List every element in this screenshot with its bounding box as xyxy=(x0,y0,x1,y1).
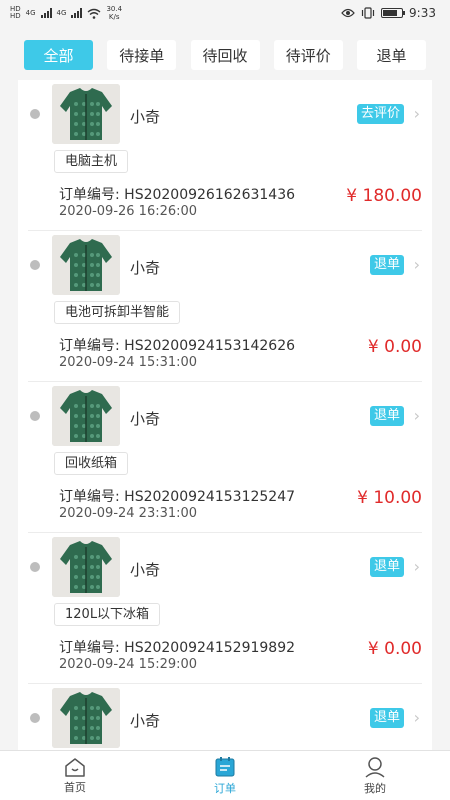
product-thumbnail xyxy=(52,386,120,446)
review-button[interactable]: 去评价 xyxy=(356,104,404,124)
nav-orders[interactable]: 订单 xyxy=(150,751,300,800)
product-thumbnail xyxy=(52,688,120,748)
product-thumbnail xyxy=(52,235,120,295)
order-card[interactable]: 小奇 退单 › xyxy=(28,684,422,750)
tab-pending-recycle[interactable]: 待回收 xyxy=(190,40,260,70)
item-tag: 电池可拆卸半智能 xyxy=(54,301,181,324)
order-price: ¥ 0.00 xyxy=(367,639,422,659)
network-label-1: 4G xyxy=(25,8,36,17)
item-tag: 回收纸箱 xyxy=(54,452,129,475)
refund-button[interactable]: 退单 xyxy=(369,708,404,728)
order-number-value: HS20200924153125247 xyxy=(124,489,296,505)
item-tag: 120L以下冰箱 xyxy=(54,603,161,626)
order-time: 2020-09-26 16:26:00 xyxy=(59,204,198,219)
vibrate-icon xyxy=(361,7,375,19)
order-number-value: HS20200926162631436 xyxy=(124,187,296,203)
order-card[interactable]: 小奇 退单 › 120L以下冰箱 订单编号: HS202009241529198… xyxy=(28,533,422,684)
product-thumbnail xyxy=(52,84,120,144)
order-filter-tabs: 全部 待接单 待回收 待评价 退单 xyxy=(24,40,426,70)
nav-orders-label: 订单 xyxy=(214,781,236,795)
sweater-image xyxy=(52,386,120,446)
nav-profile[interactable]: 我的 xyxy=(300,751,450,800)
nav-home-label: 首页 xyxy=(64,780,86,794)
bottom-nav: 首页 订单 我的 xyxy=(0,750,450,800)
sweater-image xyxy=(52,537,120,597)
order-time: 2020-09-24 23:31:00 xyxy=(59,506,198,521)
shop-name: 小奇 xyxy=(130,561,161,579)
signal-icon-2 xyxy=(71,8,83,18)
home-icon xyxy=(65,757,85,777)
order-price: ¥ 0.00 xyxy=(367,337,422,357)
order-card[interactable]: 小奇 去评价 › 电脑主机 订单编号: HS20200926162631436 … xyxy=(28,80,422,231)
tab-all[interactable]: 全部 xyxy=(24,40,93,70)
order-price: ¥ 10.00 xyxy=(357,488,422,508)
order-number: 订单编号: HS20200924152919892 xyxy=(59,637,295,657)
shop-name: 小奇 xyxy=(130,108,161,126)
shop-name: 小奇 xyxy=(130,410,161,428)
refund-button[interactable]: 退单 xyxy=(369,255,404,275)
order-price: ¥ 180.00 xyxy=(346,186,422,206)
chevron-right-icon[interactable]: › xyxy=(414,406,420,426)
status-left: HD HD 4G 4G 30.4 K/s xyxy=(10,5,122,21)
chevron-right-icon[interactable]: › xyxy=(414,104,420,124)
select-dot[interactable] xyxy=(30,260,40,270)
signal-icon xyxy=(40,8,52,18)
order-card[interactable]: 小奇 退单 › 回收纸箱 订单编号: HS20200924153125247 2… xyxy=(28,382,422,533)
shop-name: 小奇 xyxy=(130,259,161,277)
select-dot[interactable] xyxy=(30,411,40,421)
tab-pending-review[interactable]: 待评价 xyxy=(273,40,343,70)
order-number-label: 订单编号: xyxy=(59,187,120,203)
order-number: 订单编号: HS20200926162631436 xyxy=(59,184,295,204)
tab-pending-accept[interactable]: 待接单 xyxy=(107,40,177,70)
order-list[interactable]: 小奇 去评价 › 电脑主机 订单编号: HS20200926162631436 … xyxy=(18,80,432,750)
shop-name: 小奇 xyxy=(130,712,161,730)
tab-refund[interactable]: 退单 xyxy=(357,40,426,70)
net-speed-value: 30.4 xyxy=(106,5,123,13)
chevron-right-icon[interactable]: › xyxy=(414,557,420,577)
clock: 9:33 xyxy=(409,6,436,20)
status-bar: HD HD 4G 4G 30.4 K/s 9:33 xyxy=(0,0,450,26)
nav-home[interactable]: 首页 xyxy=(0,751,150,800)
product-thumbnail xyxy=(52,537,120,597)
sweater-image xyxy=(52,84,120,144)
refund-button[interactable]: 退单 xyxy=(369,406,404,426)
select-dot[interactable] xyxy=(30,713,40,723)
item-tag: 电脑主机 xyxy=(54,150,129,173)
chevron-right-icon[interactable]: › xyxy=(414,708,420,728)
order-number-label: 订单编号: xyxy=(59,338,120,354)
order-number: 订单编号: HS20200924153125247 xyxy=(59,486,295,506)
net-speed-unit: K/s xyxy=(108,13,120,21)
status-right: 9:33 xyxy=(341,6,436,20)
sweater-image xyxy=(52,235,120,295)
order-time: 2020-09-24 15:29:00 xyxy=(59,657,198,672)
order-number-value: HS20200924153142626 xyxy=(124,338,296,354)
order-number-label: 订单编号: xyxy=(59,489,120,505)
order-number-value: HS20200924152919892 xyxy=(124,640,296,656)
order-card[interactable]: 小奇 退单 › 电池可拆卸半智能 订单编号: HS202009241531426… xyxy=(28,231,422,382)
network-label-2: 4G xyxy=(56,8,67,17)
wifi-icon xyxy=(87,8,101,19)
chevron-right-icon[interactable]: › xyxy=(414,255,420,275)
select-dot[interactable] xyxy=(30,562,40,572)
select-dot[interactable] xyxy=(30,109,40,119)
hd-badge: HD HD xyxy=(10,6,21,20)
order-time: 2020-09-24 15:31:00 xyxy=(59,355,198,370)
nav-profile-label: 我的 xyxy=(364,781,386,795)
sweater-image xyxy=(52,688,120,748)
refund-button[interactable]: 退单 xyxy=(369,557,404,577)
profile-icon xyxy=(365,756,385,778)
eye-icon xyxy=(341,8,355,18)
order-number: 订单编号: HS20200924153142626 xyxy=(59,335,295,355)
hd-label-2: HD xyxy=(10,12,21,20)
battery-icon xyxy=(381,8,406,18)
net-speed: 30.4 K/s xyxy=(106,5,122,21)
order-number-label: 订单编号: xyxy=(59,640,120,656)
orders-icon xyxy=(215,756,235,776)
